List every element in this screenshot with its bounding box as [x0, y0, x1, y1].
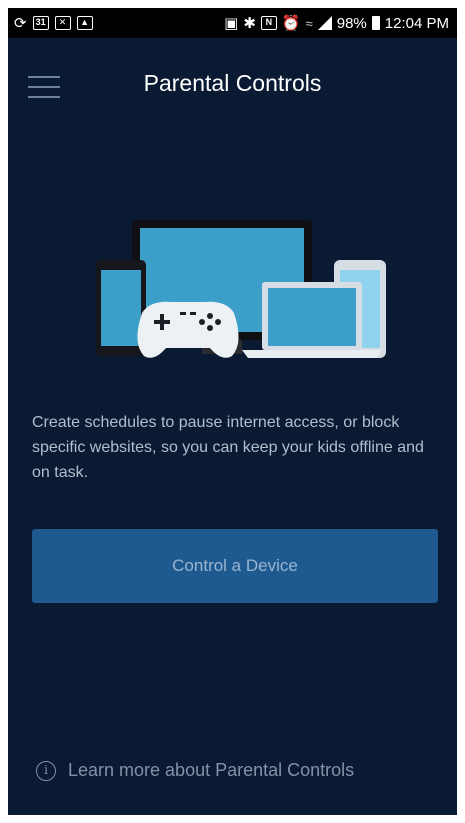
clock: 12:04 PM [384, 14, 449, 32]
cast-icon: ⟳ [14, 14, 27, 32]
devices-illustration [96, 220, 386, 358]
page-title: Parental Controls [143, 70, 322, 96]
control-device-button[interactable]: Control a Device [32, 529, 438, 603]
battery-icon [371, 16, 380, 30]
info-icon: i [36, 760, 56, 781]
signal-icon [317, 16, 332, 30]
learn-more-label: Learn more about Parental Controls [68, 760, 355, 780]
bluetooth-icon: ✱ [243, 14, 256, 32]
lock-icon: ▣ [224, 14, 239, 32]
game-controller-illustration [137, 301, 239, 358]
app-bar: Parental Controls [8, 38, 457, 110]
battery-percent: 98% [336, 14, 367, 32]
alarm-icon: ⏰ [281, 14, 301, 32]
calendar-icon: 31 [32, 16, 49, 30]
photo-icon: ▲ [76, 16, 93, 30]
laptop-illustration [242, 282, 382, 358]
system-icons: ▣ ✱ N ⏰ ≈ 98% 12:04 PM [224, 15, 457, 32]
notification-icons: ⟳ 31 ✕ ▲ [8, 16, 93, 31]
app-screen: ⟳ 31 ✕ ▲ ▣ ✱ N ⏰ ≈ 98% 12:04 PM Parental… [8, 8, 457, 815]
mail-icon: ✕ [54, 16, 71, 30]
learn-more-link[interactable]: i Learn more about Parental Controls [36, 760, 354, 781]
nfc-icon: N [260, 16, 277, 30]
wifi-icon: ≈ [305, 15, 313, 31]
status-bar: ⟳ 31 ✕ ▲ ▣ ✱ N ⏰ ≈ 98% 12:04 PM [8, 8, 457, 38]
feature-description: Create schedules to pause internet acces… [32, 414, 424, 481]
